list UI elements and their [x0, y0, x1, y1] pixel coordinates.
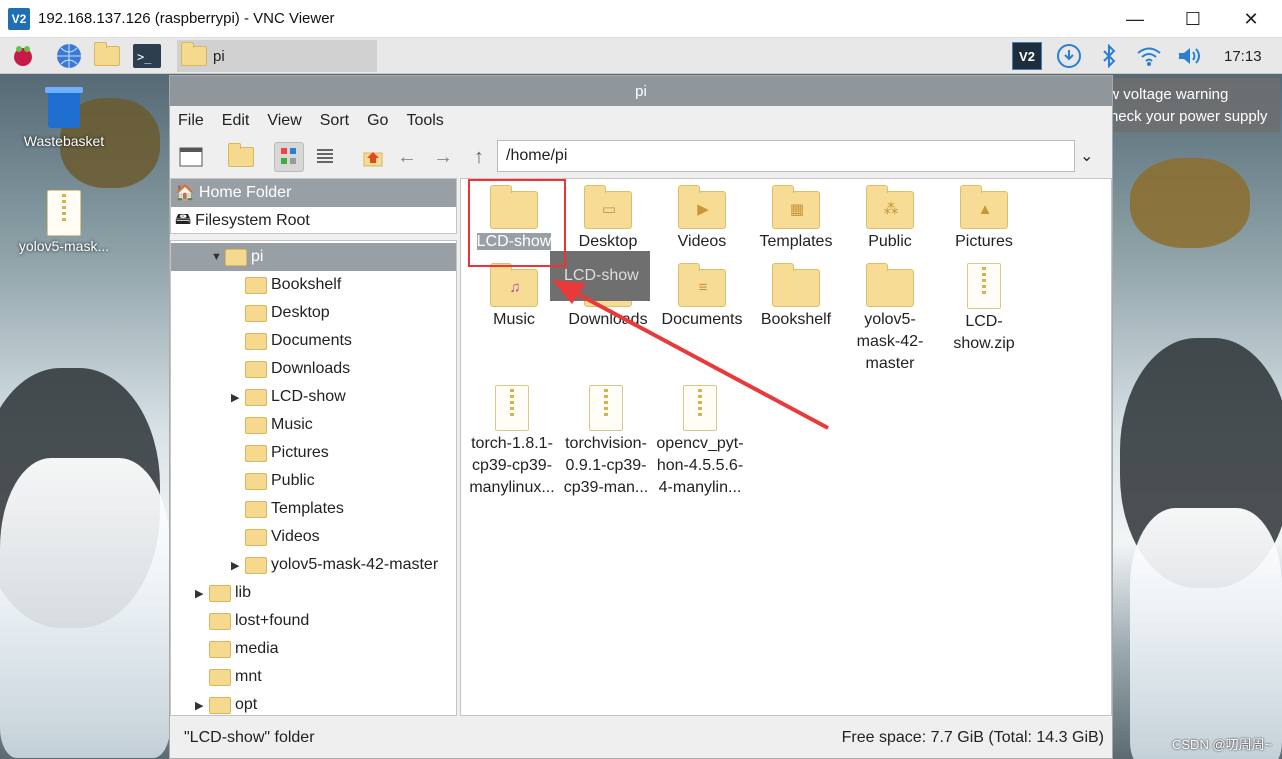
- watermark: CSDN @叨周周~: [1172, 737, 1273, 752]
- annotation-arrow: [552, 280, 829, 430]
